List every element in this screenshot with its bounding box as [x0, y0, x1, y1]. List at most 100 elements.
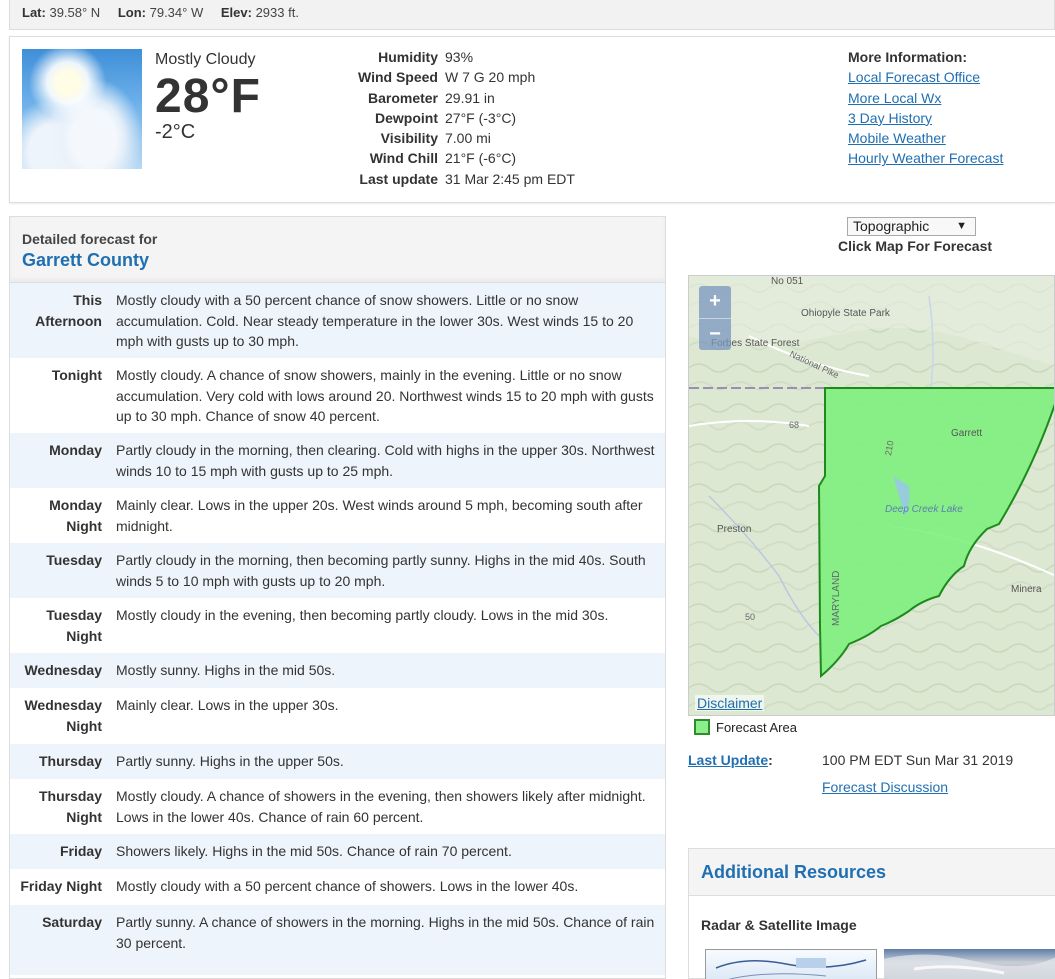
- forecast-row: Monday Partly cloudy in the morning, then…: [10, 433, 665, 488]
- more-information-heading: More Information:: [848, 49, 967, 65]
- period-name: Friday: [59, 843, 102, 859]
- mobile-weather-link[interactable]: Mobile Weather: [848, 130, 1003, 150]
- detail-label: Humidity: [378, 49, 438, 65]
- forecast-row: Tuesday Night Mostly cloudy in the evenin…: [10, 598, 665, 653]
- radar-satellite-heading: Radar & Satellite Image: [701, 917, 857, 933]
- click-map-hint: Click Map For Forecast: [838, 238, 993, 254]
- map-label: Garrett: [951, 428, 982, 439]
- map-label: Minera: [1011, 584, 1042, 595]
- forecast-row: Saturday Partly sunny. A chance of shower…: [10, 905, 665, 975]
- forecast-row: Thursday Night Mostly cloudy. A chance of…: [10, 779, 665, 834]
- period-name: Monday Night: [49, 497, 102, 534]
- period-text: Partly cloudy in the morning, then clear…: [116, 442, 655, 479]
- additional-resources-heading: Additional Resources: [689, 849, 1055, 896]
- map-label: Deep Creek Lake: [885, 504, 963, 515]
- zoom-in-button[interactable]: +: [699, 286, 731, 318]
- satellite-image-thumbnail[interactable]: [884, 949, 1055, 979]
- detail-value: 29.91 in: [445, 89, 495, 106]
- map-label: 50: [745, 612, 755, 622]
- detail-label: Dewpoint: [375, 109, 438, 126]
- detail-label: Wind Chill: [369, 150, 438, 167]
- period-name: Tuesday: [46, 552, 102, 568]
- period-text: Partly sunny. Highs in the upper 50s.: [116, 753, 344, 769]
- detail-row-dewpoint: Dewpoint 27°F (-3°C): [355, 110, 575, 130]
- elev-value: 2933 ft.: [255, 5, 299, 20]
- forecast-row: Monday Night Mainly clear. Lows in the up…: [10, 488, 665, 543]
- forecast-row: Wednesday Mostly sunny. Highs in the mid …: [10, 653, 665, 688]
- detail-row-visibility: Visibility 7.00 mi: [355, 130, 575, 150]
- period-name: Thursday Night: [38, 788, 102, 825]
- forecast-row: Tuesday Partly cloudy in the morning, the…: [10, 543, 665, 598]
- forecast-row: Friday Showers likely. Highs in the mid 5…: [10, 834, 665, 869]
- last-update-link[interactable]: Last Update: [688, 752, 768, 768]
- local-forecast-office-link[interactable]: Local Forecast Office: [848, 69, 1003, 89]
- map-label: Preston: [717, 524, 751, 535]
- period-name: Tonight: [51, 367, 102, 383]
- forecast-row: Friday Night Mostly cloudy with a 50 perc…: [10, 869, 665, 905]
- current-details: Humidity 93% Wind Speed W 7 G 20 mph Barom…: [355, 49, 575, 191]
- 3-day-history-link[interactable]: 3 Day History: [848, 110, 1003, 130]
- period-text: Mostly cloudy with a 50 percent chance o…: [116, 292, 634, 349]
- detail-value: 27°F (-3°C): [445, 109, 517, 126]
- detail-row-barometer: Barometer 29.91 in: [355, 90, 575, 110]
- legend-label: Forecast Area: [716, 719, 797, 735]
- detail-label: Visibility: [380, 130, 438, 147]
- map-type-select[interactable]: Topographic ▼: [847, 217, 976, 236]
- zoom-controls: + −: [699, 286, 731, 350]
- period-name: Saturday: [42, 914, 102, 930]
- dropdown-arrow-icon: ▼: [956, 220, 967, 232]
- detail-value: 31 Mar 2:45 pm EDT: [445, 170, 575, 187]
- detail-row-wind-chill: Wind Chill 21°F (-6°C): [355, 150, 575, 170]
- period-text: Mostly cloudy with a 50 percent chance o…: [116, 878, 579, 894]
- forecast-header: Detailed forecast for Garrett County: [10, 217, 665, 283]
- map-label: 68: [789, 420, 799, 430]
- detail-row-wind-speed: Wind Speed W 7 G 20 mph: [355, 69, 575, 89]
- period-text: Mostly sunny. Highs in the mid 50s.: [116, 662, 336, 678]
- period-text: Showers likely. Highs in the mid 50s. Ch…: [116, 843, 512, 859]
- forecast-row: This Afternoon Mostly cloudy with a 50 pe…: [10, 283, 665, 358]
- period-text: Mainly clear. Lows in the upper 20s. Wes…: [116, 497, 643, 534]
- detail-value: 7.00 mi: [445, 130, 491, 147]
- topographic-map-image[interactable]: No 051 Ohiopyle State Park Forbes State …: [689, 276, 1055, 716]
- period-name: Wednesday: [24, 662, 102, 678]
- forecast-map[interactable]: No 051 Ohiopyle State Park Forbes State …: [688, 275, 1055, 716]
- map-type-value: Topographic: [853, 218, 930, 234]
- hourly-weather-forecast-link[interactable]: Hourly Weather Forecast: [848, 150, 1003, 170]
- temperature-c: -2°C: [155, 121, 196, 143]
- period-text: Partly cloudy in the morning, then becom…: [116, 552, 646, 589]
- forecast-discussion-link[interactable]: Forecast Discussion: [822, 779, 948, 795]
- location-bar: Lat: 39.58° N Lon: 79.34° W Elev: 2933 f…: [9, 0, 1055, 30]
- map-label: Ohiopyle State Park: [801, 308, 891, 319]
- period-text: Partly sunny. A chance of showers in the…: [116, 914, 655, 951]
- detail-value: 21°F (-6°C): [445, 150, 517, 167]
- more-local-wx-link[interactable]: More Local Wx: [848, 90, 1003, 110]
- forecast-row: Wednesday Night Mainly clear. Lows in the…: [10, 688, 665, 744]
- last-update-colon: :: [768, 752, 773, 768]
- current-conditions-panel: Mostly Cloudy 28°F -2°C Humidity 93% Wind…: [9, 36, 1055, 203]
- map-disclaimer-link[interactable]: Disclaimer: [695, 695, 765, 711]
- last-update-label: Last Update:: [688, 752, 773, 768]
- lat-label: Lat:: [22, 5, 46, 20]
- lon-value: 79.34° W: [149, 5, 204, 20]
- period-text: Mainly clear. Lows in the upper 30s.: [116, 697, 339, 713]
- condition-text: Mostly Cloudy: [155, 51, 256, 68]
- detail-label: Last update: [359, 170, 438, 187]
- additional-resources-panel: Additional Resources Radar & Satellite I…: [688, 848, 1055, 979]
- map-label: MARYLAND: [831, 571, 842, 626]
- detail-value: 93%: [445, 49, 474, 65]
- detail-row-humidity: Humidity 93%: [355, 49, 575, 69]
- more-information: More Information: Local Forecast Office …: [848, 49, 1003, 171]
- forecast-area-swatch-icon: [694, 719, 710, 735]
- forecast-heading: Detailed forecast for: [22, 231, 158, 247]
- period-name: This Afternoon: [35, 292, 102, 329]
- forecast-row: Tonight Mostly cloudy. A chance of snow s…: [10, 358, 665, 433]
- radar-image-thumbnail[interactable]: [705, 949, 877, 979]
- last-update-value: 100 PM EDT Sun Mar 31 2019: [822, 752, 1014, 768]
- detail-row-last-update: Last update 31 Mar 2:45 pm EDT: [355, 171, 575, 191]
- temperature-f: 28°F: [155, 70, 261, 123]
- detail-value: W 7 G 20 mph: [445, 69, 536, 86]
- forecast-area-name: Garrett County: [22, 250, 150, 270]
- map-legend: Forecast Area: [694, 719, 797, 735]
- period-name: Tuesday Night: [46, 607, 102, 644]
- zoom-out-button[interactable]: −: [699, 318, 731, 350]
